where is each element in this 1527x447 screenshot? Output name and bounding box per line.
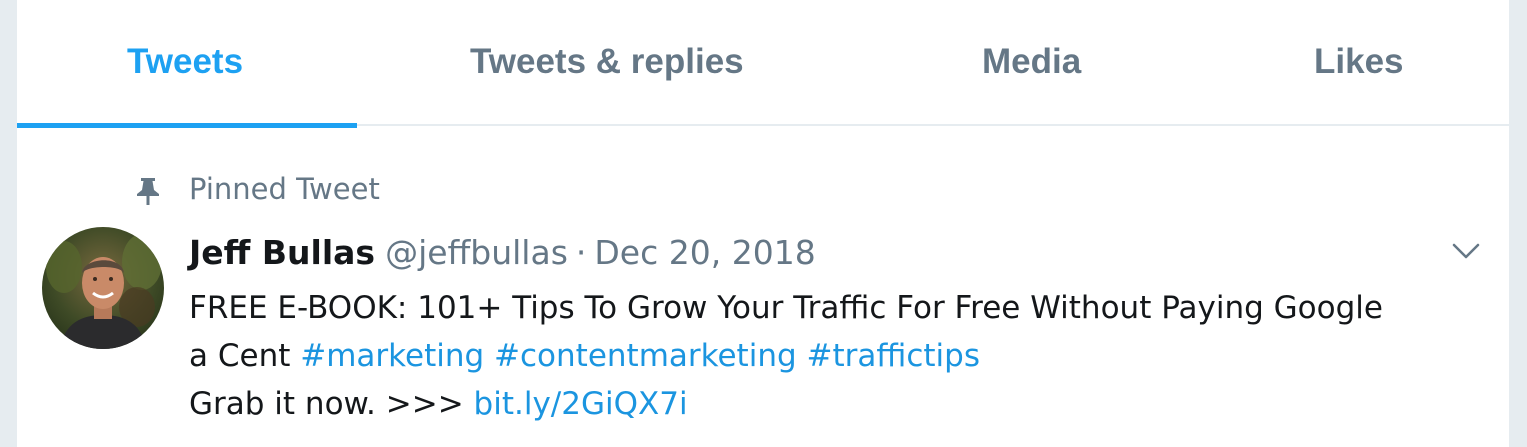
short-url-link[interactable]: bit.ly/2GiQX7i [474,386,688,422]
chevron-down-icon[interactable] [1451,240,1481,262]
pinned-tweet-label: Pinned Tweet [189,172,380,206]
hashtag-link[interactable]: #marketing [300,338,484,374]
avatar-image [42,227,164,349]
tweet-date[interactable]: Dec 20, 2018 [594,233,815,272]
tweet-header: Jeff Bullas @jeffbullas · Dec 20, 2018 [189,230,816,276]
separator-dot: · [575,233,587,272]
author-handle[interactable]: @jeffbullas [385,233,568,272]
avatar[interactable] [42,227,164,349]
tab-tweets-and-replies[interactable]: Tweets & replies [357,0,744,126]
active-tab-underline [17,123,357,128]
tweet-text-line-1: FREE E-BOOK: 101+ Tips To Grow Your Traf… [189,290,1383,326]
pin-icon [137,178,159,205]
tab-likes-label: Likes [1314,42,1404,81]
tab-media-label: Media [982,42,1082,81]
tab-tweets-label: Tweets [127,42,244,81]
profile-tabs: Tweets Tweets & replies Media Likes [17,0,1509,128]
tab-likes[interactable]: Likes [1257,0,1509,126]
author-name[interactable]: Jeff Bullas [189,233,375,272]
tweet-text-line-2: a Cent #marketing #contentmarketing #tra… [189,332,1489,380]
hashtag-link[interactable]: #traffictips [807,338,980,374]
tab-media[interactable]: Media [697,0,1257,126]
tweet-text-line-3: Grab it now. >>> bit.ly/2GiQX7i [189,380,1489,428]
hashtag-link[interactable]: #contentmarketing [494,338,797,374]
tab-tweets[interactable]: Tweets [17,0,357,128]
tweet-text-line-3-prefix: Grab it now. >>> [189,386,464,422]
tweet-text-line-2-prefix: a Cent [189,338,291,374]
tweet-text: FREE E-BOOK: 101+ Tips To Grow Your Traf… [189,284,1489,428]
profile-timeline-card: Tweets Tweets & replies Media Likes Pinn… [16,0,1510,447]
